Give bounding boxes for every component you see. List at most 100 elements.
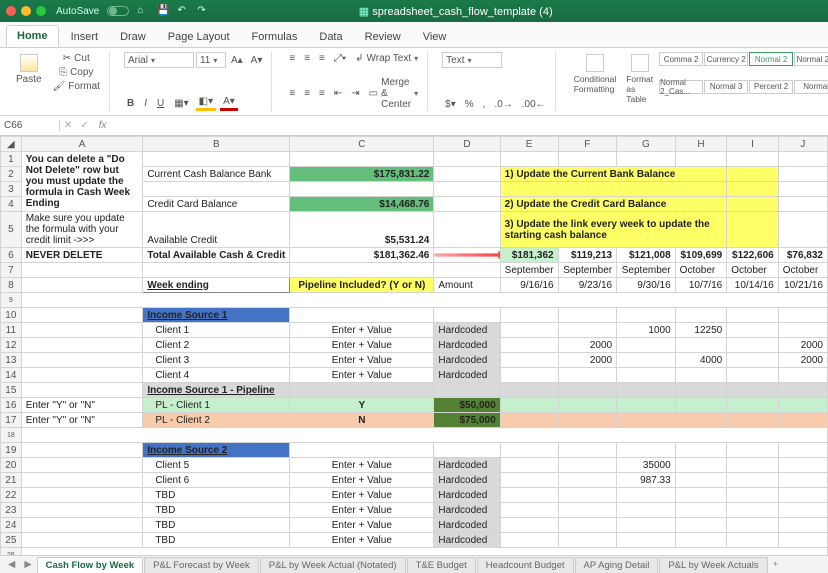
cell[interactable] bbox=[675, 458, 727, 473]
cell[interactable]: TBD bbox=[143, 518, 290, 533]
cell[interactable]: Enter "Y" or "N" bbox=[21, 413, 143, 428]
cell[interactable]: $121,008 bbox=[617, 248, 676, 263]
cell[interactable] bbox=[558, 383, 617, 398]
cell[interactable]: $109,699 bbox=[675, 248, 727, 263]
cell[interactable] bbox=[500, 458, 558, 473]
row-header[interactable]: 1 bbox=[1, 152, 22, 167]
minimize-window-button[interactable] bbox=[21, 6, 31, 16]
cell[interactable] bbox=[558, 518, 617, 533]
cell[interactable] bbox=[727, 368, 779, 383]
cell[interactable]: TBD bbox=[143, 503, 290, 518]
cell[interactable]: 12250 bbox=[675, 323, 727, 338]
border-button[interactable]: ▦▾ bbox=[171, 95, 191, 111]
cell[interactable] bbox=[778, 383, 827, 398]
cell[interactable] bbox=[21, 353, 143, 368]
cell-arrow[interactable] bbox=[434, 248, 500, 263]
cell[interactable]: Hardcoded bbox=[434, 323, 500, 338]
cell[interactable] bbox=[143, 152, 290, 167]
row-header[interactable]: 10 bbox=[1, 308, 22, 323]
cell[interactable] bbox=[21, 503, 143, 518]
col-header-E[interactable]: E bbox=[500, 137, 558, 152]
cell[interactable] bbox=[434, 443, 500, 458]
cell[interactable]: 2000 bbox=[778, 338, 827, 353]
cell[interactable] bbox=[434, 182, 500, 197]
cell[interactable] bbox=[727, 212, 779, 248]
cell[interactable]: PL - Client 2 bbox=[143, 413, 290, 428]
cell[interactable] bbox=[21, 293, 827, 308]
col-header-F[interactable]: F bbox=[558, 137, 617, 152]
add-sheet-button[interactable]: + bbox=[769, 559, 783, 570]
worksheet-area[interactable]: ◢ A B C D E F G H I J 1 You can delete a… bbox=[0, 136, 828, 555]
save-icon[interactable]: 💾 bbox=[157, 5, 169, 17]
close-window-button[interactable] bbox=[6, 6, 16, 16]
cell[interactable]: Hardcoded bbox=[434, 503, 500, 518]
cell[interactable]: Hardcoded bbox=[434, 473, 500, 488]
cell[interactable] bbox=[558, 473, 617, 488]
cell[interactable] bbox=[290, 308, 434, 323]
cell[interactable] bbox=[558, 533, 617, 548]
cell[interactable] bbox=[675, 383, 727, 398]
cell[interactable] bbox=[434, 212, 500, 248]
cell[interactable] bbox=[617, 398, 676, 413]
cell[interactable] bbox=[675, 443, 727, 458]
copy-button[interactable]: ⎘Copy bbox=[56, 66, 96, 79]
percent-format-button[interactable]: % bbox=[462, 98, 477, 111]
cell[interactable] bbox=[778, 413, 827, 428]
row-header[interactable]: 15 bbox=[1, 383, 22, 398]
row-header[interactable]: 12 bbox=[1, 338, 22, 353]
cell[interactable]: TBD bbox=[143, 533, 290, 548]
col-header-H[interactable]: H bbox=[675, 137, 727, 152]
tab-view[interactable]: View bbox=[413, 27, 457, 47]
increase-indent-button[interactable]: ⇥ bbox=[348, 76, 362, 111]
row-header[interactable]: 25 bbox=[1, 533, 22, 548]
cell[interactable] bbox=[434, 152, 500, 167]
cell[interactable] bbox=[675, 368, 727, 383]
cell[interactable]: Enter + Value bbox=[290, 533, 434, 548]
row-header[interactable]: 24 bbox=[1, 518, 22, 533]
cell[interactable]: Client 2 bbox=[143, 338, 290, 353]
sheet-tab[interactable]: Cash Flow by Week bbox=[37, 557, 144, 573]
cell[interactable] bbox=[21, 278, 143, 293]
cell[interactable] bbox=[727, 383, 779, 398]
cell[interactable] bbox=[500, 488, 558, 503]
cell[interactable] bbox=[500, 383, 558, 398]
cell[interactable]: Client 6 bbox=[143, 473, 290, 488]
cell[interactable] bbox=[500, 182, 727, 197]
col-header-A[interactable]: A bbox=[21, 137, 143, 152]
cell[interactable] bbox=[617, 308, 676, 323]
cell[interactable] bbox=[778, 323, 827, 338]
cell[interactable]: Amount bbox=[434, 278, 500, 293]
cell[interactable] bbox=[675, 308, 727, 323]
cell[interactable] bbox=[617, 443, 676, 458]
cell[interactable]: Client 4 bbox=[143, 368, 290, 383]
tab-formulas[interactable]: Formulas bbox=[242, 27, 308, 47]
cell[interactable] bbox=[500, 443, 558, 458]
tab-draw[interactable]: Draw bbox=[110, 27, 156, 47]
cell[interactable] bbox=[617, 533, 676, 548]
cell[interactable]: TBD bbox=[143, 488, 290, 503]
cell[interactable] bbox=[290, 263, 434, 278]
format-painter-button[interactable]: 🖌Format bbox=[50, 80, 103, 93]
orientation-button[interactable]: ⤢▾ bbox=[331, 52, 349, 65]
cell[interactable]: 10/21/16 bbox=[778, 278, 827, 293]
cell[interactable] bbox=[558, 458, 617, 473]
cell[interactable] bbox=[727, 458, 779, 473]
cell[interactable]: 3) Update the link every week to update … bbox=[500, 212, 727, 248]
font-name-select[interactable]: Arial bbox=[124, 52, 194, 68]
sheet-nav-prev[interactable]: ▶ bbox=[20, 559, 35, 570]
decrease-indent-button[interactable]: ⇤ bbox=[331, 76, 345, 111]
cell[interactable] bbox=[727, 197, 779, 212]
cell[interactable] bbox=[778, 182, 827, 197]
cell[interactable]: 9/16/16 bbox=[500, 278, 558, 293]
cell[interactable] bbox=[727, 398, 779, 413]
cell[interactable] bbox=[778, 167, 827, 182]
cell[interactable]: $14,468.76 bbox=[290, 197, 434, 212]
cell[interactable]: September bbox=[617, 263, 676, 278]
cell[interactable] bbox=[21, 308, 143, 323]
cell[interactable] bbox=[558, 368, 617, 383]
cell[interactable] bbox=[778, 503, 827, 518]
enter-formula-icon[interactable]: ✓ bbox=[76, 120, 92, 131]
style-normal2[interactable]: Normal 2 bbox=[749, 52, 793, 66]
cell[interactable]: Enter + Value bbox=[290, 488, 434, 503]
cut-button[interactable]: ✂Cut bbox=[60, 52, 93, 65]
